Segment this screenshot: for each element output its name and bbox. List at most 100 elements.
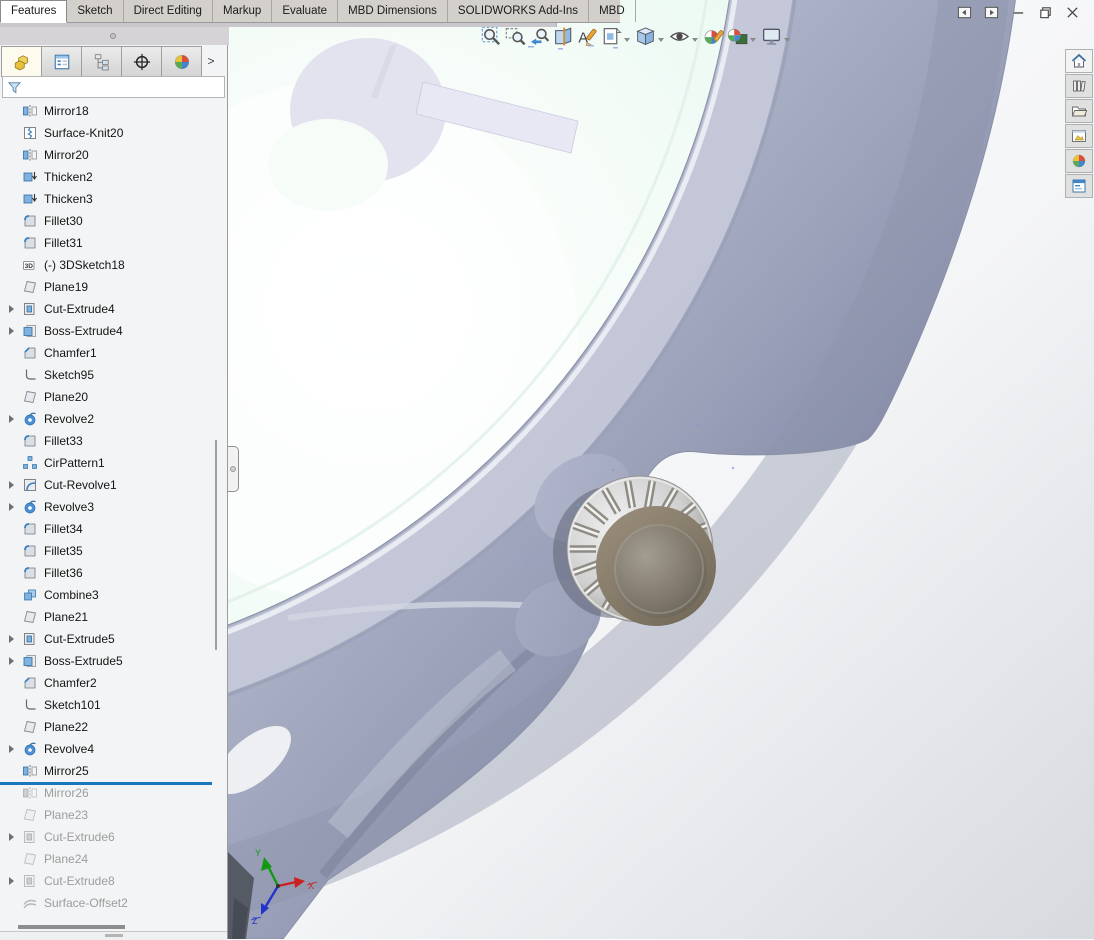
tree-item-fillet34[interactable]: Fillet34	[0, 518, 214, 540]
expand-arrow-icon[interactable]	[5, 745, 17, 753]
ribbon-tab-mbd-dimensions[interactable]: MBD Dimensions	[338, 0, 448, 22]
wc-min-icon	[1011, 5, 1026, 20]
tree-item-3dsketch18[interactable]: (-) 3DSketch18	[0, 254, 214, 276]
tree-item-fillet36[interactable]: Fillet36	[0, 562, 214, 584]
previous-view-button[interactable]	[528, 25, 551, 48]
ribbon-tab-evaluate[interactable]: Evaluate	[272, 0, 339, 22]
hide-show-items-button[interactable]	[668, 25, 701, 48]
zoom-to-fit-button[interactable]	[480, 25, 503, 48]
tree-item-plane23[interactable]: Plane23	[0, 804, 214, 826]
tree-item-mirror18[interactable]: Mirror18	[0, 100, 214, 122]
tree-item-surface-offset2[interactable]: Surface-Offset2	[0, 892, 214, 914]
tree-item-cut-extrude5[interactable]: Cut-Extrude5	[0, 628, 214, 650]
ribbon-tab-sketch[interactable]: Sketch	[67, 0, 124, 22]
ribbon-tab-features[interactable]: Features	[0, 0, 68, 23]
expand-arrow-icon[interactable]	[5, 327, 17, 335]
tree-item-plane21[interactable]: Plane21	[0, 606, 214, 628]
tree-item-label: Cut-Revolve1	[44, 478, 117, 492]
dynamic-annotation-views-button[interactable]	[576, 25, 599, 48]
triad-y-label: Y	[255, 848, 261, 858]
tree-item-plane20[interactable]: Plane20	[0, 386, 214, 408]
home-tab[interactable]	[1065, 49, 1093, 73]
tree-item-sketch95[interactable]: Sketch95	[0, 364, 214, 386]
surfknit-feature-icon	[22, 125, 38, 141]
tree-item-fillet35[interactable]: Fillet35	[0, 540, 214, 562]
expand-arrow-icon[interactable]	[5, 481, 17, 489]
tree-item-revolve3[interactable]: Revolve3	[0, 496, 214, 518]
tree-item-cut-extrude4[interactable]: Cut-Extrude4	[0, 298, 214, 320]
rollback-bar[interactable]	[0, 782, 212, 785]
restore-button[interactable]	[1037, 4, 1054, 21]
apply-scene-button[interactable]	[726, 25, 759, 48]
expand-arrow-icon[interactable]	[5, 877, 17, 885]
expand-arrow-icon[interactable]	[5, 503, 17, 511]
close-button[interactable]	[1064, 4, 1081, 21]
tree-item-thicken3[interactable]: Thicken3	[0, 188, 214, 210]
expand-arrow-icon[interactable]	[5, 833, 17, 841]
tree-item-plane22[interactable]: Plane22	[0, 716, 214, 738]
tree-item-fillet33[interactable]: Fillet33	[0, 430, 214, 452]
edit-appearance-button[interactable]	[702, 25, 725, 48]
pane-tabs-expand-button[interactable]: >	[201, 46, 221, 75]
tree-item-label: Mirror18	[44, 104, 89, 118]
collapse-left-pane-button[interactable]	[956, 4, 973, 21]
ribbon-tab-markup[interactable]: Markup	[213, 0, 273, 22]
zoom-to-area-button[interactable]	[504, 25, 527, 48]
panel-collapse-handle[interactable]	[228, 446, 239, 492]
tree-item-surface-knit20[interactable]: Surface-Knit20	[0, 122, 214, 144]
section-view-button[interactable]	[552, 25, 575, 48]
pane-tab-configuration-manager[interactable]	[81, 46, 122, 77]
tree-item-revolve2[interactable]: Revolve2	[0, 408, 214, 430]
tree-item-label: Cut-Extrude8	[44, 874, 115, 888]
tree-item-mirror20[interactable]: Mirror20	[0, 144, 214, 166]
expand-arrow-icon[interactable]	[5, 657, 17, 665]
tree-item-mirror25[interactable]: Mirror25	[0, 760, 214, 782]
tree-item-chamfer2[interactable]: Chamfer2	[0, 672, 214, 694]
file-explorer-tab[interactable]	[1065, 99, 1093, 123]
ribbon-tab-mbd[interactable]: MBD	[589, 0, 636, 22]
tree-filter-box[interactable]	[2, 76, 225, 98]
tree-item-mirror26[interactable]: Mirror26	[0, 782, 214, 804]
pane-tab-featuremanager-design-tree[interactable]	[1, 46, 42, 77]
tree-item-plane24[interactable]: Plane24	[0, 848, 214, 870]
tree-item-chamfer1[interactable]: Chamfer1	[0, 342, 214, 364]
expand-arrow-icon[interactable]	[5, 415, 17, 423]
tree-item-fillet31[interactable]: Fillet31	[0, 232, 214, 254]
tree-item-cut-extrude6[interactable]: Cut-Extrude6	[0, 826, 214, 848]
ribbon-tab-solidworks-add-ins[interactable]: SOLIDWORKS Add-Ins	[448, 0, 590, 22]
view-palette-tab[interactable]	[1065, 124, 1093, 148]
tree-item-plane19[interactable]: Plane19	[0, 276, 214, 298]
tree-item-cut-revolve1[interactable]: Cut-Revolve1	[0, 474, 214, 496]
panel-top-splitter[interactable]	[0, 27, 229, 45]
ribbon-tab-direct-editing[interactable]: Direct Editing	[124, 0, 213, 22]
pt-part-icon	[13, 53, 31, 71]
cutrevolve-feature-icon	[22, 477, 38, 493]
tree-horizontal-scrollbar[interactable]	[18, 925, 125, 929]
design-library-tab[interactable]	[1065, 74, 1093, 98]
appearances-scenes-tab[interactable]	[1065, 149, 1093, 173]
pane-tab-dimxpertmanager[interactable]	[121, 46, 162, 77]
plane-feature-icon	[22, 389, 38, 405]
tree-item-fillet30[interactable]: Fillet30	[0, 210, 214, 232]
tree-item-boss-extrude4[interactable]: Boss-Extrude4	[0, 320, 214, 342]
tree-item-boss-extrude5[interactable]: Boss-Extrude5	[0, 650, 214, 672]
tree-item-cirpattern1[interactable]: CirPattern1	[0, 452, 214, 474]
tree-item-thicken2[interactable]: Thicken2	[0, 166, 214, 188]
tree-item-sketch101[interactable]: Sketch101	[0, 694, 214, 716]
view-settings-button[interactable]	[760, 25, 793, 48]
expand-arrow-icon[interactable]	[5, 305, 17, 313]
tree-item-label: Fillet31	[44, 236, 83, 250]
3d-viewport[interactable]: Y X Z	[228, 0, 1094, 939]
tree-item-combine3[interactable]: Combine3	[0, 584, 214, 606]
pane-tab-property-manager[interactable]	[41, 46, 82, 77]
tree-item-revolve4[interactable]: Revolve4	[0, 738, 214, 760]
tree-item-cut-extrude8[interactable]: Cut-Extrude8	[0, 870, 214, 892]
tree-vertical-scrollbar[interactable]	[215, 440, 217, 650]
view-orientation-button[interactable]	[600, 25, 633, 48]
display-style-button[interactable]	[634, 25, 667, 48]
expand-arrow-icon[interactable]	[5, 635, 17, 643]
collapse-right-pane-button[interactable]	[983, 4, 1000, 21]
minimize-button[interactable]	[1010, 4, 1027, 21]
pane-tab-displaymanager[interactable]	[161, 46, 202, 77]
custom-properties-tab[interactable]	[1065, 174, 1093, 198]
